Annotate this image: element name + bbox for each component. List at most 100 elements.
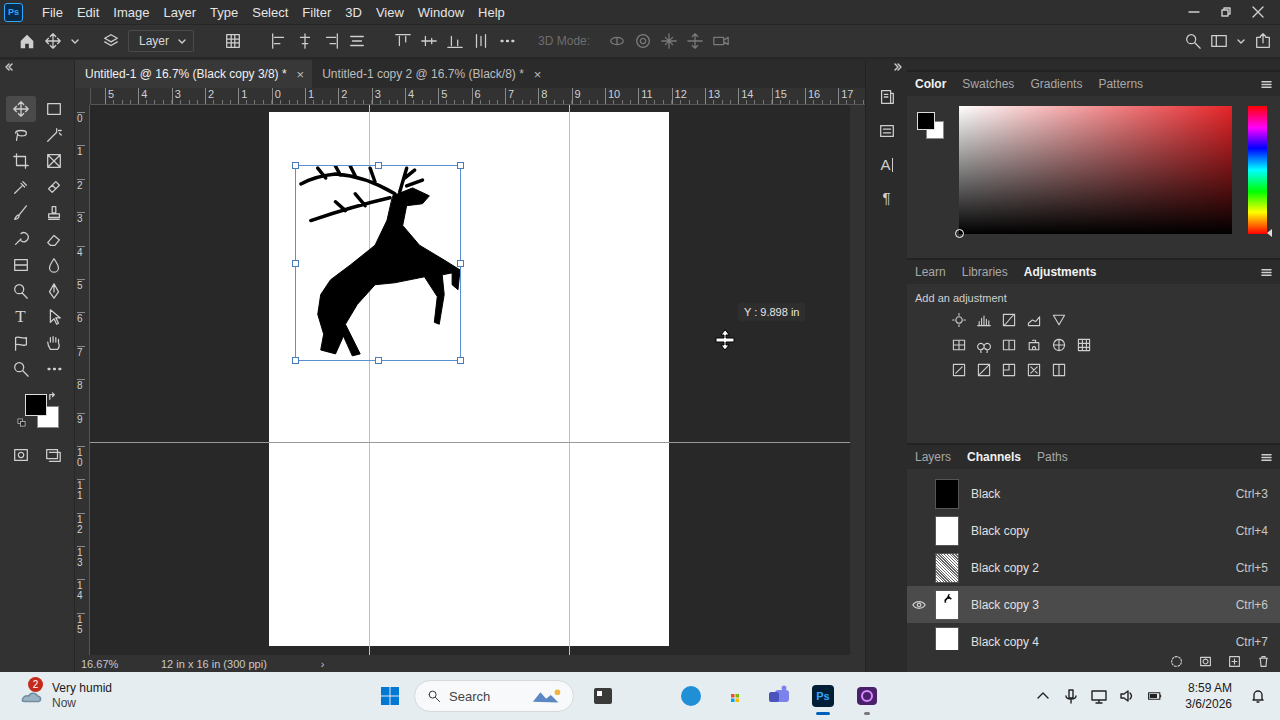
- transform-controls-icon[interactable]: [224, 32, 242, 50]
- chevron-icon[interactable]: [70, 36, 80, 46]
- load-selection-icon[interactable]: [1170, 655, 1183, 668]
- scrollbar[interactable]: [850, 105, 865, 655]
- workspace-icon[interactable]: [1210, 32, 1228, 50]
- search-icon[interactable]: [1184, 32, 1202, 50]
- edge-app[interactable]: [676, 676, 706, 716]
- chevron-icon[interactable]: [1236, 36, 1246, 46]
- character-panel-button[interactable]: A: [880, 156, 892, 173]
- menu-item[interactable]: Layer: [157, 5, 204, 20]
- vertical-guide[interactable]: [369, 105, 370, 655]
- hue-marker[interactable]: [1267, 229, 1272, 237]
- eyedropper-tool[interactable]: [6, 174, 36, 200]
- menu-item[interactable]: Help: [471, 5, 512, 20]
- vertical-guide[interactable]: [569, 105, 570, 655]
- transform-handle[interactable]: [375, 357, 382, 364]
- foreground-color[interactable]: [25, 394, 47, 416]
- adjustment-icon[interactable]: [951, 337, 967, 353]
- panel-menu-icon[interactable]: [1261, 452, 1272, 463]
- document-tab[interactable]: Untitled-1 copy 2 @ 16.7% (Black/8) *×: [312, 60, 549, 88]
- weather-widget[interactable]: 2Very humidNow: [0, 681, 318, 711]
- crop-tool[interactable]: [6, 148, 36, 174]
- transform-handle[interactable]: [292, 162, 299, 169]
- menu-item[interactable]: Window: [411, 5, 471, 20]
- properties-panel-icon[interactable]: [878, 122, 896, 140]
- adjustment-icon[interactable]: [951, 362, 967, 378]
- panel-tab[interactable]: Gradients: [1030, 72, 1082, 96]
- ruler-origin[interactable]: [75, 88, 91, 105]
- history-panel-icon[interactable]: [878, 88, 896, 106]
- pen-tool[interactable]: [39, 278, 69, 304]
- transform-handle[interactable]: [457, 357, 464, 364]
- transform-handle[interactable]: [292, 260, 299, 267]
- photoshop-logo[interactable]: Ps: [4, 3, 23, 22]
- delete-channel-icon[interactable]: [1257, 655, 1270, 668]
- panel-tab[interactable]: Color: [915, 72, 946, 96]
- save-selection-icon[interactable]: [1199, 655, 1212, 668]
- align-center-icon[interactable]: [296, 32, 314, 50]
- vertical-ruler[interactable]: 0123456789101112131415: [75, 105, 90, 655]
- folder-app[interactable]: [632, 676, 662, 716]
- align-left-icon[interactable]: [270, 32, 288, 50]
- microphone-icon[interactable]: [1063, 688, 1079, 704]
- adjustment-icon[interactable]: [1001, 337, 1017, 353]
- menu-item[interactable]: View: [369, 5, 411, 20]
- 3d-camera-icon[interactable]: [712, 32, 730, 50]
- eraser-tool[interactable]: [39, 226, 69, 252]
- collapse-icon[interactable]: [4, 62, 14, 72]
- transform-handle[interactable]: [375, 162, 382, 169]
- zoom-tool[interactable]: [6, 356, 36, 382]
- adjustment-icon[interactable]: [1051, 337, 1067, 353]
- panel-menu-icon[interactable]: [1261, 267, 1272, 278]
- panel-menu-icon[interactable]: [1261, 79, 1272, 90]
- 3d-slide-icon[interactable]: [686, 32, 704, 50]
- adjustment-icon[interactable]: [976, 362, 992, 378]
- more-options-icon[interactable]: [498, 32, 516, 50]
- auto-select-dropdown[interactable]: Layer: [128, 30, 194, 52]
- 3d-roll-icon[interactable]: [634, 32, 652, 50]
- document-tab[interactable]: Untitled-1 @ 16.7% (Black copy 3/8) *×: [75, 60, 312, 88]
- magic-wand-tool[interactable]: [39, 122, 69, 148]
- layer-select-icon[interactable]: [102, 32, 120, 50]
- more-tools[interactable]: [39, 356, 69, 382]
- menu-item[interactable]: Image: [106, 5, 156, 20]
- adjustment-icon[interactable]: [1026, 337, 1042, 353]
- dodge-tool[interactable]: [6, 278, 36, 304]
- document-page[interactable]: [269, 112, 669, 646]
- adjustment-icon[interactable]: [976, 312, 992, 328]
- move-tool[interactable]: [6, 96, 36, 122]
- close-tab-button[interactable]: ×: [534, 67, 542, 82]
- clock[interactable]: 8:59 AM3/6/2026: [1185, 680, 1232, 712]
- network-icon[interactable]: [1091, 688, 1107, 704]
- blur-tool[interactable]: [39, 252, 69, 278]
- channel-row[interactable]: Black copyCtrl+4: [907, 512, 1280, 549]
- menu-item[interactable]: File: [35, 5, 70, 20]
- hue-slider[interactable]: [1248, 106, 1267, 234]
- panel-tab[interactable]: Layers: [915, 445, 951, 469]
- other-app[interactable]: [852, 676, 882, 716]
- taskbar-search[interactable]: Search: [414, 680, 574, 712]
- store-app[interactable]: [720, 676, 750, 716]
- menu-item[interactable]: 3D: [338, 5, 369, 20]
- panel-tab[interactable]: Channels: [967, 445, 1021, 469]
- adjustment-icon[interactable]: [976, 337, 992, 353]
- panel-tab[interactable]: Patterns: [1098, 72, 1143, 96]
- align-top-icon[interactable]: [394, 32, 412, 50]
- transform-handle[interactable]: [292, 357, 299, 364]
- 3d-pan-icon[interactable]: [660, 32, 678, 50]
- quick-mask-icon[interactable]: [12, 446, 30, 464]
- transform-handle[interactable]: [457, 162, 464, 169]
- type-tool[interactable]: T: [6, 304, 36, 330]
- adjustment-icon[interactable]: [1001, 312, 1017, 328]
- align-right-icon[interactable]: [322, 32, 340, 50]
- minimize-icon[interactable]: [1188, 6, 1200, 18]
- show-hidden-icons-icon[interactable]: [1035, 688, 1051, 704]
- adjustment-icon[interactable]: [1076, 337, 1092, 353]
- share-icon[interactable]: [1254, 32, 1272, 50]
- notifications-icon[interactable]: [1250, 688, 1266, 704]
- widgets-app[interactable]: [588, 676, 618, 716]
- transform-box[interactable]: [295, 165, 461, 361]
- adjustment-icon[interactable]: [1051, 312, 1067, 328]
- new-channel-icon[interactable]: [1228, 655, 1241, 668]
- menu-item[interactable]: Type: [203, 5, 245, 20]
- distribute-icon[interactable]: [348, 32, 366, 50]
